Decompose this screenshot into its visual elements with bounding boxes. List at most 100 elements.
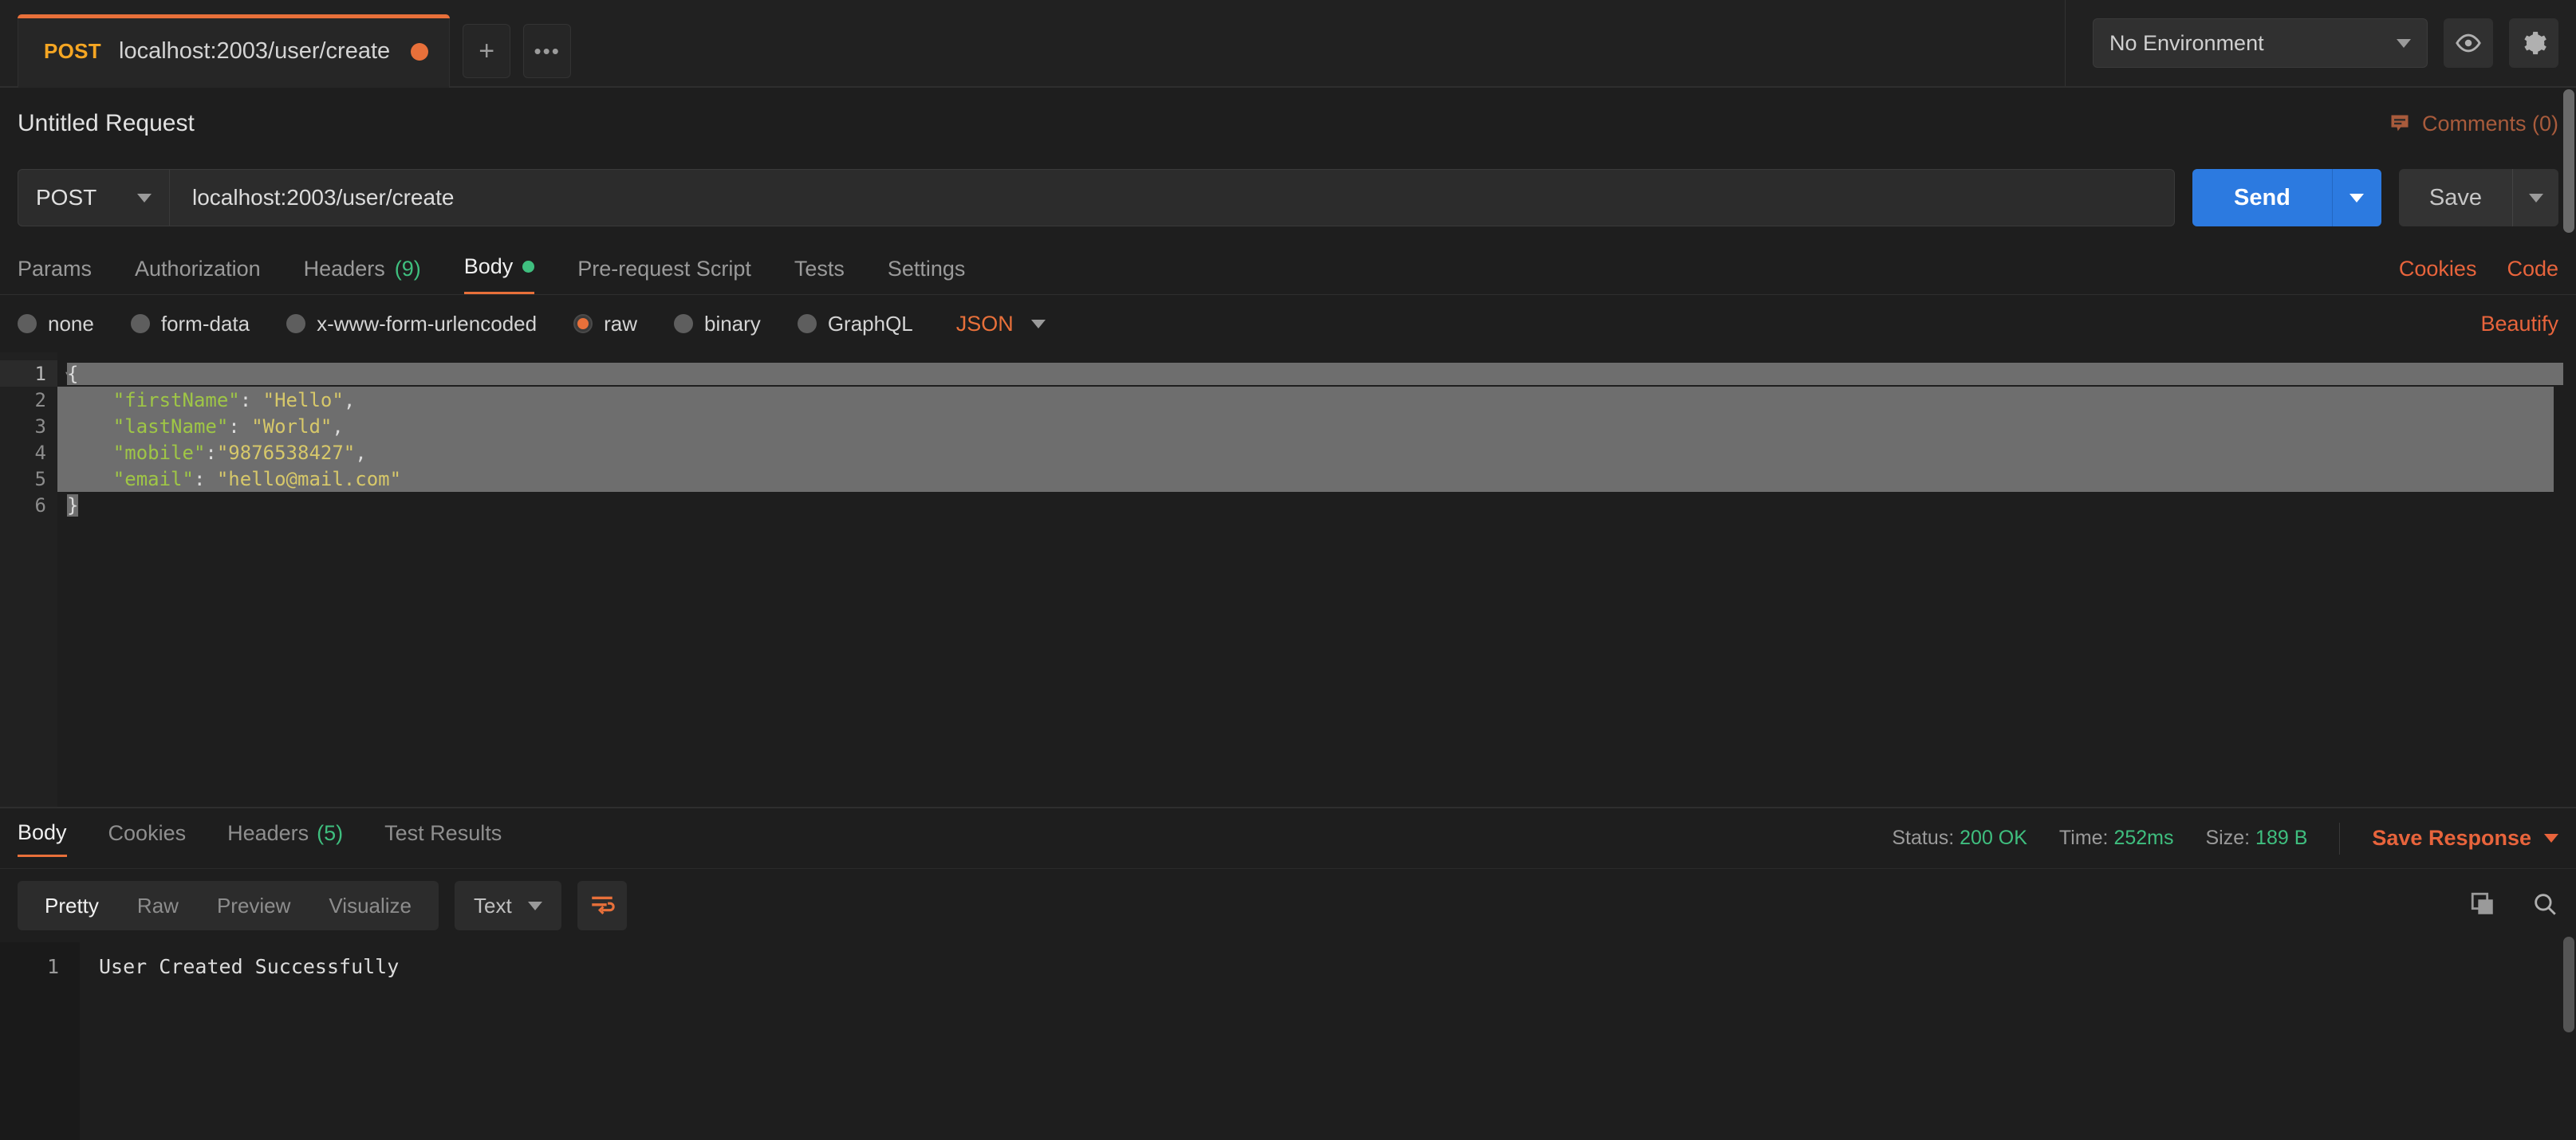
send-button[interactable]: Send <box>2192 169 2332 226</box>
tab-bar: POST localhost:2003/user/create + ••• No… <box>0 0 2576 88</box>
comments-button[interactable]: Comments (0) <box>2389 112 2558 136</box>
gear-icon <box>2524 31 2546 55</box>
url-input[interactable]: localhost:2003/user/create <box>170 170 2174 226</box>
body-type-graphql[interactable]: GraphQL <box>797 312 913 336</box>
response-scrollbar[interactable] <box>2563 937 2574 1032</box>
response-tab-cookies[interactable]: Cookies <box>108 821 187 855</box>
response-tabs: Body Cookies Headers (5) Test Results St… <box>0 808 2576 869</box>
beautify-button[interactable]: Beautify <box>2480 312 2558 336</box>
view-mode-preview[interactable]: Preview <box>198 894 309 918</box>
word-wrap-button[interactable] <box>577 881 627 930</box>
response-view-toolbar: Pretty Raw Preview Visualize Text <box>0 869 2576 942</box>
send-options-button[interactable] <box>2331 169 2381 226</box>
http-method-select[interactable]: POST <box>18 170 170 226</box>
request-tabs: Params Authorization Headers (9) Body Pr… <box>0 236 2576 295</box>
save-response-button[interactable]: Save Response <box>2372 826 2558 851</box>
line-number: 3 <box>34 415 46 438</box>
unsaved-changes-dot[interactable] <box>411 42 429 61</box>
gutter-line: 4 <box>0 439 57 466</box>
body-type-label: binary <box>703 311 761 336</box>
tab-headers[interactable]: Headers (9) <box>304 257 421 294</box>
new-tab-button[interactable]: + <box>463 24 511 78</box>
tab-label: Body <box>18 820 67 844</box>
tab-count: (9) <box>394 257 421 281</box>
tab-settings[interactable]: Settings <box>888 257 966 294</box>
body-type-binary[interactable]: binary <box>673 311 761 336</box>
request-tab[interactable]: POST localhost:2003/user/create <box>18 14 451 88</box>
request-body-editor[interactable]: 1 ▾ 2 3 4 5 6 { "firstName": "Hello", "l… <box>0 352 2576 807</box>
environment-select[interactable]: No Environment <box>2093 18 2428 68</box>
body-type-form-data[interactable]: form-data <box>130 312 250 336</box>
body-present-dot <box>522 261 535 273</box>
settings-button[interactable] <box>2509 18 2558 68</box>
view-mode-raw[interactable]: Raw <box>118 894 198 918</box>
cookies-link[interactable]: Cookies <box>2399 257 2477 281</box>
tab-body[interactable]: Body <box>463 254 535 294</box>
editor-code-area[interactable]: { "firstName": "Hello", "lastName": "Wor… <box>57 352 2576 807</box>
tab-label: Body <box>463 254 514 278</box>
response-body-viewer[interactable]: 1 User Created Successfully <box>0 942 2576 1140</box>
line-number: 1 <box>34 362 46 385</box>
line-number: 1 <box>46 954 59 978</box>
line-number: 4 <box>34 441 46 464</box>
code-link[interactable]: Code <box>2507 257 2558 281</box>
status-label: Status: <box>1892 827 1955 849</box>
body-type-label: raw <box>604 311 637 336</box>
tab-label: Params <box>18 257 93 281</box>
size-meta: Size: 189 B <box>2206 827 2308 850</box>
search-icon <box>2535 893 2556 915</box>
body-type-x-www-form-urlencoded[interactable]: x-www-form-urlencoded <box>286 312 537 336</box>
radio-icon <box>286 314 306 333</box>
body-type-none[interactable]: none <box>18 312 94 336</box>
search-button[interactable] <box>2531 890 2558 922</box>
response-tab-body[interactable]: Body <box>18 820 67 857</box>
status-meta: Status: 200 OK <box>1892 827 2027 850</box>
json-key: "mobile" <box>112 441 206 464</box>
response-format-label: Text <box>474 893 512 918</box>
save-options-button[interactable] <box>2512 169 2558 226</box>
json-sep: : <box>228 415 252 438</box>
response-gutter: 1 <box>0 942 80 1140</box>
radio-icon <box>130 314 150 333</box>
view-mode-pretty[interactable]: Pretty <box>26 894 118 918</box>
request-scrollbar[interactable] <box>2563 89 2574 233</box>
radio-icon-selected <box>573 314 593 333</box>
chevron-down-icon <box>137 193 152 202</box>
code-text: } <box>67 493 79 517</box>
gutter-line: 2 <box>0 387 57 413</box>
code-line: "mobile": "9876538427", <box>57 439 2554 466</box>
gutter-line: 1 <box>0 952 80 981</box>
raw-format-select[interactable]: JSON <box>956 312 1046 336</box>
tab-params[interactable]: Params <box>18 257 92 294</box>
tab-options-button[interactable]: ••• <box>523 24 572 78</box>
view-mode-visualize[interactable]: Visualize <box>309 894 431 918</box>
meta-divider <box>2339 822 2341 855</box>
tab-pre-request-script[interactable]: Pre-request Script <box>577 257 751 294</box>
response-tab-headers[interactable]: Headers (5) <box>227 821 343 855</box>
tab-title-label: localhost:2003/user/create <box>119 38 391 64</box>
save-button[interactable]: Save <box>2398 169 2512 226</box>
tab-tests[interactable]: Tests <box>794 257 845 294</box>
body-type-row: none form-data x-www-form-urlencoded raw… <box>0 295 2576 352</box>
copy-button[interactable] <box>2469 890 2496 922</box>
chevron-down-icon <box>2528 193 2543 202</box>
url-input-value: localhost:2003/user/create <box>192 185 455 210</box>
body-type-raw[interactable]: raw <box>573 312 637 336</box>
response-meta: Status: 200 OK Time: 252ms Size: 189 B S… <box>1892 822 2558 855</box>
body-type-label: none <box>48 311 94 336</box>
response-format-select[interactable]: Text <box>455 881 561 930</box>
time-label: Time: <box>2058 827 2109 849</box>
radio-icon <box>797 314 817 333</box>
tab-count: (5) <box>317 821 344 845</box>
raw-format-label: JSON <box>955 311 1014 336</box>
tab-authorization[interactable]: Authorization <box>135 257 261 294</box>
tab-label: Headers <box>227 821 309 845</box>
page-title: Untitled Request <box>18 110 195 136</box>
tab-label: Test Results <box>384 821 502 845</box>
environment-quick-look-button[interactable] <box>2444 18 2493 68</box>
response-tab-test-results[interactable]: Test Results <box>384 821 502 855</box>
chevron-down-icon <box>2544 834 2558 843</box>
